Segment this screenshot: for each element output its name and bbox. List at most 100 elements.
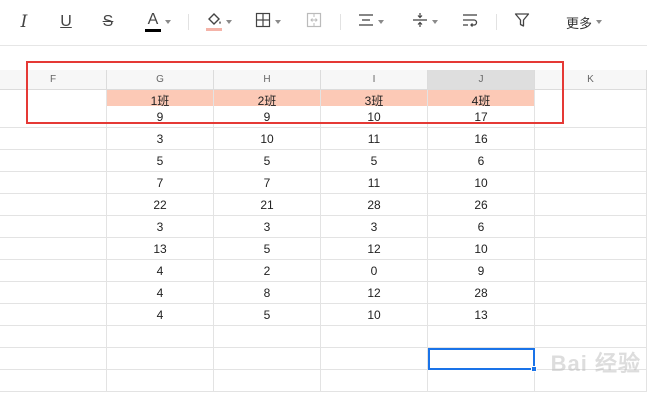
data-cell[interactable]: 26 — [428, 194, 535, 216]
empty-cell[interactable] — [0, 370, 107, 392]
watermark: Bai 经验 — [550, 351, 641, 376]
empty-cell[interactable] — [0, 326, 107, 348]
empty-cell[interactable] — [0, 128, 107, 150]
data-cell[interactable]: 11 — [321, 128, 428, 150]
empty-cell[interactable] — [535, 304, 647, 326]
empty-cell[interactable] — [321, 348, 428, 370]
data-cell[interactable]: 5 — [321, 150, 428, 172]
data-cell[interactable]: 5 — [214, 238, 321, 260]
data-cell[interactable]: 10 — [321, 106, 428, 128]
horizontal-align-button[interactable] — [352, 8, 390, 36]
data-cell[interactable]: 7 — [107, 172, 214, 194]
empty-cell[interactable] — [0, 106, 107, 128]
chevron-down-icon — [165, 20, 171, 24]
data-cell[interactable]: 28 — [428, 282, 535, 304]
data-cell[interactable]: 28 — [321, 194, 428, 216]
strikethrough-button[interactable]: S — [96, 8, 120, 36]
column-header-k[interactable]: K — [535, 70, 647, 90]
more-label: 更多 — [565, 15, 592, 31]
empty-cell[interactable] — [535, 216, 647, 238]
empty-cell[interactable] — [0, 260, 107, 282]
empty-cell[interactable] — [535, 128, 647, 150]
empty-cell[interactable] — [535, 106, 647, 128]
empty-cell[interactable] — [428, 370, 535, 392]
fill-handle[interactable] — [531, 366, 537, 372]
empty-cell[interactable] — [535, 172, 647, 194]
data-cell[interactable]: 4 — [107, 304, 214, 326]
data-cell[interactable]: 3 — [214, 216, 321, 238]
wrap-text-button[interactable] — [458, 8, 482, 36]
data-cell[interactable]: 6 — [428, 216, 535, 238]
empty-cell[interactable] — [0, 216, 107, 238]
data-cell[interactable]: 12 — [321, 282, 428, 304]
data-cell[interactable]: 3 — [107, 216, 214, 238]
empty-cell[interactable] — [107, 326, 214, 348]
data-cell[interactable]: 13 — [428, 304, 535, 326]
empty-cell[interactable] — [535, 194, 647, 216]
empty-cell[interactable] — [107, 348, 214, 370]
empty-cell[interactable] — [0, 194, 107, 216]
data-cell[interactable]: 9 — [428, 260, 535, 282]
column-header-g[interactable]: G — [107, 70, 214, 90]
underline-button[interactable]: U — [54, 8, 78, 36]
empty-cell[interactable] — [0, 282, 107, 304]
border-grid-icon — [255, 12, 271, 33]
data-cell[interactable]: 9 — [214, 106, 321, 128]
data-cell[interactable]: 3 — [107, 128, 214, 150]
data-cell[interactable]: 21 — [214, 194, 321, 216]
empty-cell[interactable] — [0, 150, 107, 172]
data-cell[interactable]: 7 — [214, 172, 321, 194]
fill-color-button[interactable] — [200, 8, 238, 36]
vertical-align-button[interactable] — [406, 8, 444, 36]
more-button[interactable]: 更多 — [560, 8, 608, 36]
data-cell[interactable]: 10 — [428, 238, 535, 260]
data-cell[interactable]: 5 — [214, 150, 321, 172]
data-cell[interactable]: 12 — [321, 238, 428, 260]
data-cell[interactable]: 17 — [428, 106, 535, 128]
font-color-button[interactable]: A — [140, 8, 176, 36]
merge-cells-button[interactable] — [302, 8, 326, 36]
empty-cell[interactable] — [321, 326, 428, 348]
empty-cell[interactable] — [535, 150, 647, 172]
empty-cell[interactable] — [214, 348, 321, 370]
empty-cell[interactable] — [0, 304, 107, 326]
empty-cell[interactable] — [0, 172, 107, 194]
data-cell[interactable]: 5 — [214, 304, 321, 326]
column-header-h[interactable]: H — [214, 70, 321, 90]
active-cell-selection[interactable] — [428, 348, 537, 372]
borders-button[interactable] — [250, 8, 286, 36]
empty-cell[interactable] — [535, 238, 647, 260]
data-cell[interactable]: 10 — [428, 172, 535, 194]
empty-cell[interactable] — [214, 370, 321, 392]
empty-cell[interactable] — [428, 326, 535, 348]
data-cell[interactable]: 5 — [107, 150, 214, 172]
data-cell[interactable]: 8 — [214, 282, 321, 304]
data-cell[interactable]: 6 — [428, 150, 535, 172]
data-cell[interactable]: 16 — [428, 128, 535, 150]
empty-cell[interactable] — [535, 282, 647, 304]
data-cell[interactable]: 3 — [321, 216, 428, 238]
data-cell[interactable]: 9 — [107, 106, 214, 128]
empty-cell[interactable] — [0, 348, 107, 370]
data-cell[interactable]: 22 — [107, 194, 214, 216]
italic-button[interactable]: I — [12, 8, 36, 36]
empty-cell[interactable] — [107, 370, 214, 392]
column-header-f[interactable]: F — [0, 70, 107, 90]
underline-icon: U — [60, 13, 72, 30]
data-cell[interactable]: 4 — [107, 282, 214, 304]
data-cell[interactable]: 10 — [214, 128, 321, 150]
empty-cell[interactable] — [321, 370, 428, 392]
empty-cell[interactable] — [535, 260, 647, 282]
empty-cell[interactable] — [0, 238, 107, 260]
data-cell[interactable]: 4 — [107, 260, 214, 282]
data-cell[interactable]: 0 — [321, 260, 428, 282]
filter-button[interactable] — [510, 8, 534, 36]
column-header-i[interactable]: I — [321, 70, 428, 90]
empty-cell[interactable] — [214, 326, 321, 348]
data-cell[interactable]: 2 — [214, 260, 321, 282]
data-cell[interactable]: 10 — [321, 304, 428, 326]
empty-cell[interactable] — [535, 326, 647, 348]
column-header-j[interactable]: J — [428, 70, 535, 90]
data-cell[interactable]: 11 — [321, 172, 428, 194]
data-cell[interactable]: 13 — [107, 238, 214, 260]
